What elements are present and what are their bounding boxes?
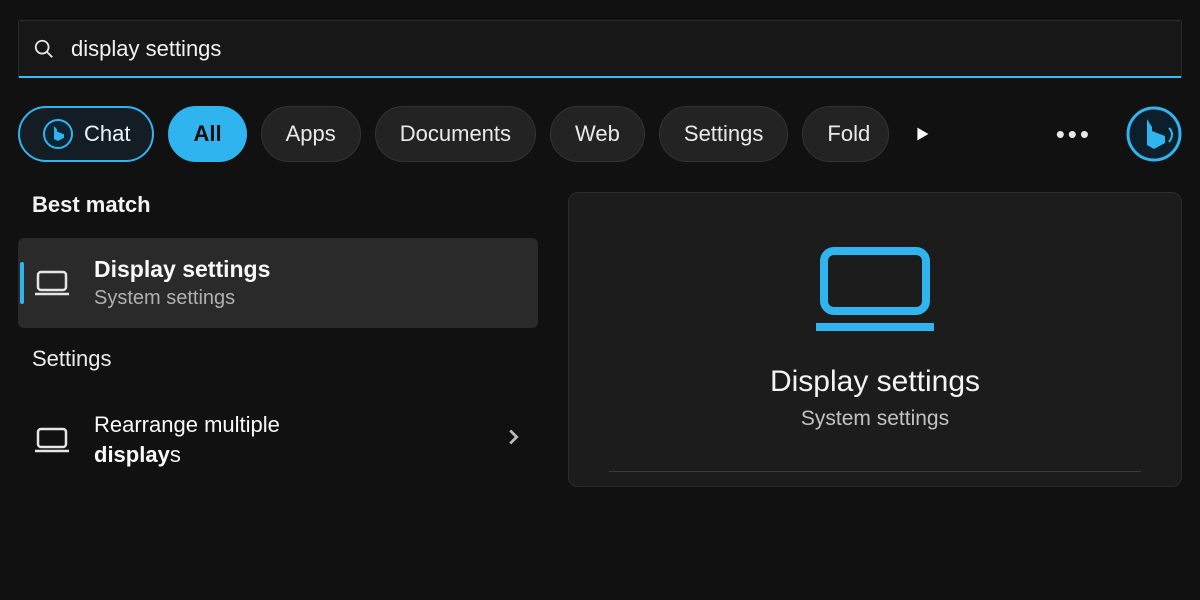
filter-all-label: All bbox=[193, 121, 221, 147]
result-rearrange-text: Rearrange multiple displays bbox=[94, 410, 280, 469]
result-best-match[interactable]: Display settings System settings bbox=[18, 238, 538, 328]
more-icon[interactable]: ••• bbox=[1046, 119, 1102, 150]
section-settings-title: Settings bbox=[32, 346, 538, 372]
preview-subtitle: System settings bbox=[801, 407, 949, 431]
search-icon bbox=[33, 38, 55, 60]
filter-folders-label: Fold bbox=[827, 121, 870, 147]
filter-apps-label: Apps bbox=[286, 121, 336, 147]
section-best-match-title: Best match bbox=[32, 192, 538, 218]
chevron-right-icon bbox=[502, 426, 524, 453]
content-row: Best match Display settings System setti… bbox=[18, 192, 1182, 487]
filter-documents[interactable]: Documents bbox=[375, 106, 536, 162]
filter-folders[interactable]: Fold bbox=[802, 106, 889, 162]
filter-web-label: Web bbox=[575, 121, 620, 147]
filter-apps[interactable]: Apps bbox=[261, 106, 361, 162]
search-bar[interactable] bbox=[18, 20, 1182, 78]
bing-chat-icon bbox=[42, 118, 74, 150]
preview-title: Display settings bbox=[770, 365, 980, 399]
bing-orb-icon[interactable] bbox=[1126, 106, 1182, 162]
result-best-match-subtitle: System settings bbox=[94, 287, 270, 310]
result-best-match-title: Display settings bbox=[94, 256, 270, 283]
search-input[interactable] bbox=[71, 36, 1167, 62]
filter-all[interactable]: All bbox=[168, 106, 246, 162]
preview-divider bbox=[609, 471, 1141, 472]
filter-chat[interactable]: Chat bbox=[18, 106, 154, 162]
filter-bar: Chat All Apps Documents Web Settings Fol… bbox=[18, 106, 1182, 162]
display-icon bbox=[32, 426, 72, 454]
filter-web[interactable]: Web bbox=[550, 106, 645, 162]
preview-panel: Display settings System settings bbox=[568, 192, 1182, 487]
search-window: Chat All Apps Documents Web Settings Fol… bbox=[0, 0, 1200, 600]
play-icon[interactable] bbox=[907, 119, 937, 149]
result-rearrange-title: Rearrange multiple displays bbox=[94, 410, 280, 469]
filter-settings[interactable]: Settings bbox=[659, 106, 789, 162]
result-rearrange-displays[interactable]: Rearrange multiple displays bbox=[18, 392, 538, 487]
filter-settings-label: Settings bbox=[684, 121, 764, 147]
display-large-icon bbox=[810, 243, 940, 333]
filter-chat-label: Chat bbox=[84, 121, 130, 147]
result-best-match-text: Display settings System settings bbox=[94, 256, 270, 310]
filter-documents-label: Documents bbox=[400, 121, 511, 147]
results-column: Best match Display settings System setti… bbox=[18, 192, 538, 487]
display-icon bbox=[32, 269, 72, 297]
